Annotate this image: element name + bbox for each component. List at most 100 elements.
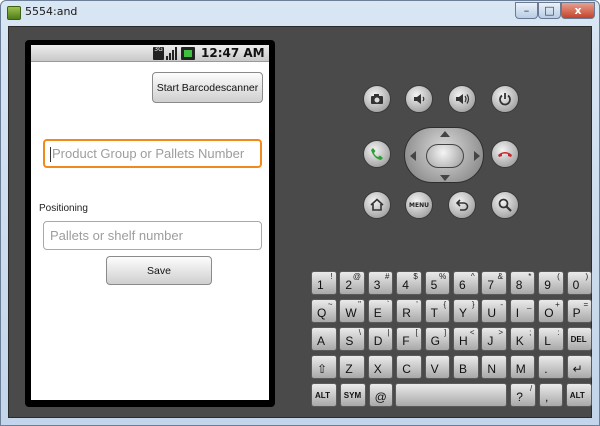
position-placeholder: Pallets or shelf number [50, 228, 183, 243]
key-sym45[interactable]: , [539, 383, 563, 407]
key-4[interactable]: 4 $ [396, 271, 422, 295]
signal-icon [166, 47, 178, 60]
key-del[interactable]: DEL [566, 327, 593, 351]
end-call-icon [498, 152, 512, 157]
key-label: U [487, 306, 497, 320]
key-m[interactable]: M [509, 355, 536, 379]
dpad-down-icon[interactable] [440, 175, 450, 181]
close-button[interactable]: x [561, 2, 595, 19]
key-alt[interactable]: ALT [311, 383, 337, 407]
key-space[interactable] [395, 383, 508, 407]
dpad-up-icon[interactable] [440, 131, 450, 137]
key-t[interactable]: T{ [424, 299, 451, 323]
back-button[interactable] [448, 191, 476, 219]
key-5[interactable]: 5% [424, 271, 451, 295]
key-1[interactable]: 1! [311, 271, 337, 295]
key-f[interactable]: F[ [396, 327, 422, 351]
key-label: 2 [345, 278, 353, 292]
key-alt-label: * [528, 272, 532, 281]
key-w[interactable]: W " [339, 299, 365, 323]
save-button[interactable]: Save [106, 256, 212, 285]
key-label: 6 [459, 278, 466, 292]
call-icon [371, 148, 383, 160]
key-9[interactable]: 9( [538, 271, 564, 295]
key-o[interactable]: O + [538, 299, 564, 323]
call-button[interactable] [363, 140, 391, 168]
title-bar[interactable]: 5554:and – □ x [1, 1, 599, 25]
key-g[interactable]: G] [424, 327, 451, 351]
end-call-button[interactable] [491, 140, 519, 168]
key-sym38[interactable]: . [538, 355, 564, 379]
key-y[interactable]: Y} [453, 299, 479, 323]
key-label: R [402, 306, 411, 320]
key-label: Z [345, 362, 353, 376]
key-x[interactable]: X [367, 355, 394, 379]
key-p[interactable]: P = [566, 299, 593, 323]
home-button[interactable] [363, 191, 391, 219]
key-alt-label: ! [330, 272, 333, 281]
key-sym[interactable]: SYM [339, 383, 366, 407]
maximize-button[interactable]: □ [538, 2, 561, 19]
key-label: D [373, 334, 383, 348]
key-3[interactable]: 3 # [367, 271, 394, 295]
key-j[interactable]: J > [481, 327, 507, 351]
key-label: Y [459, 306, 468, 320]
dpad-left-icon[interactable] [410, 151, 416, 161]
key-alt-label: ] [443, 328, 447, 337]
key-i[interactable]: I _ [509, 299, 536, 323]
key-b[interactable]: B [453, 355, 479, 379]
search-icon [498, 198, 512, 212]
key-u[interactable]: U- [481, 299, 507, 323]
key-n[interactable]: N [481, 355, 507, 379]
key-7[interactable]: 7 & [481, 271, 507, 295]
key-a[interactable]: A [311, 327, 337, 351]
key-z[interactable]: Z [339, 355, 365, 379]
key-0[interactable]: 0) [566, 271, 593, 295]
power-button[interactable] [491, 85, 519, 113]
key-c[interactable]: C [396, 355, 422, 379]
key-d[interactable]: D | [367, 327, 394, 351]
dpad-center-button[interactable] [426, 144, 464, 168]
key-h[interactable]: H < [453, 327, 479, 351]
key-l[interactable]: L: [538, 327, 564, 351]
key-v[interactable]: V [424, 355, 451, 379]
product-group-input[interactable]: Product Group or Pallets Number [43, 139, 262, 168]
minimize-button[interactable]: – [515, 2, 538, 19]
menu-label: MENU [409, 201, 429, 209]
key-sym39[interactable]: ↵ [566, 355, 593, 379]
key-8[interactable]: 8 * [509, 271, 536, 295]
key-label: , [545, 390, 549, 404]
key-e[interactable]: E ` [367, 299, 394, 323]
device-screen[interactable]: 3G 12:47 AM Start Barcodescanner Product… [31, 45, 269, 400]
key-label: H [459, 334, 468, 348]
key-k[interactable]: K; [509, 327, 536, 351]
key-label: @ [374, 390, 387, 404]
key-sym30[interactable]: ⇧ [311, 355, 337, 379]
menu-button[interactable]: MENU [405, 191, 433, 219]
volume-up-button[interactable] [448, 85, 476, 113]
key-alt[interactable]: ALT [565, 383, 592, 407]
dpad[interactable] [404, 127, 484, 183]
key-r[interactable]: R ' [396, 299, 422, 323]
key-sym42[interactable]: @ [368, 383, 393, 407]
key-q[interactable]: Q ~ [311, 299, 337, 323]
key-2[interactable]: 2 @ [339, 271, 365, 295]
product-group-placeholder: Product Group or Pallets Number [52, 146, 245, 161]
key-s[interactable]: S \ [339, 327, 365, 351]
search-button[interactable] [491, 191, 519, 219]
key-label: S [345, 334, 354, 348]
key-label: W [345, 306, 357, 320]
key-label: A [317, 334, 326, 348]
key-6[interactable]: 6 ^ [453, 271, 479, 295]
start-barcodescanner-button[interactable]: Start Barcodescanner [152, 72, 263, 103]
key-alt-label: { [443, 300, 447, 309]
position-input[interactable]: Pallets or shelf number [43, 221, 262, 250]
volume-down-button[interactable] [405, 85, 433, 113]
key-label: F [402, 334, 410, 348]
dpad-right-icon[interactable] [474, 151, 480, 161]
key-label: ⇧ [317, 362, 328, 376]
camera-button[interactable] [363, 85, 391, 113]
hardware-keyboard: 1! 2 @3 #4 $5% 6 ^ 7 & 8 * 9(0) Q ~ W " E ` R ' T{Y} U - I _ O + P =… [303, 268, 593, 408]
key-sym44[interactable]: ? / [510, 383, 537, 407]
text-caret [50, 147, 51, 163]
